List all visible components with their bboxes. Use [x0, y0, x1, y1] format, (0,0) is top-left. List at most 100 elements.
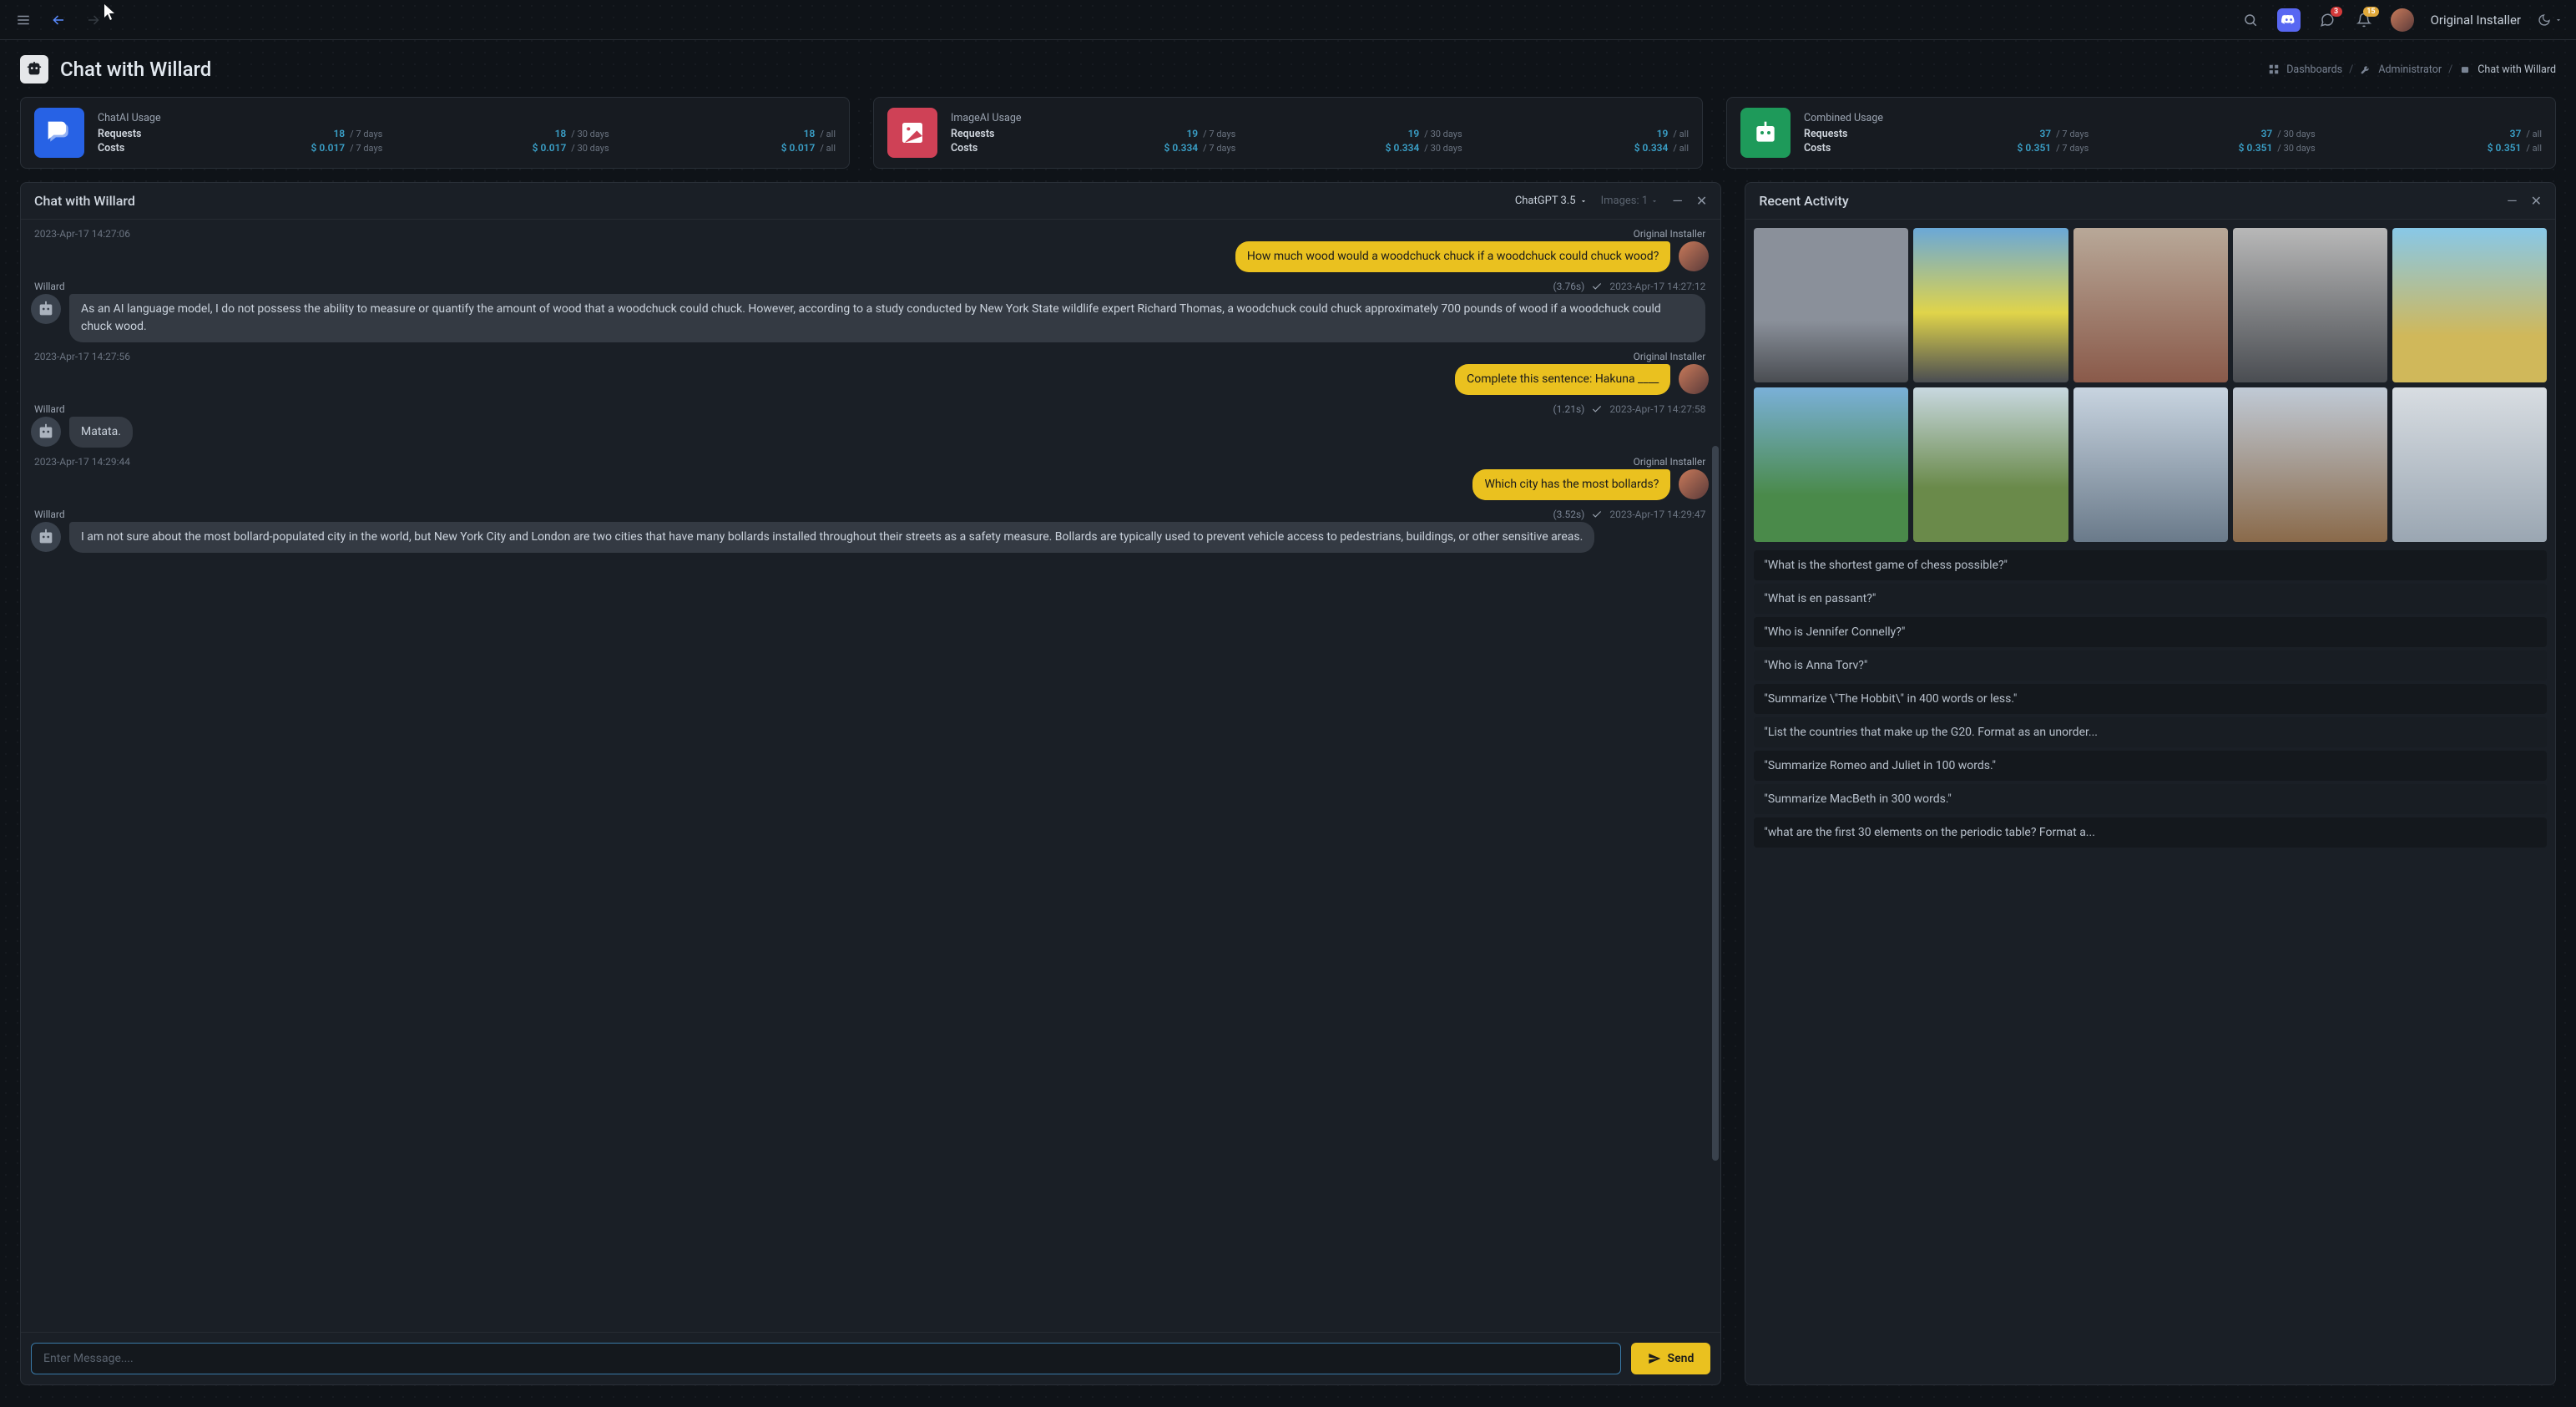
prompt-item[interactable]: "Summarize Romeo and Juliet in 100 words…	[1754, 751, 2547, 781]
send-button[interactable]: Send	[1631, 1343, 1711, 1374]
user-avatar-small	[1679, 241, 1709, 271]
thumbnail[interactable]	[1913, 228, 2068, 382]
thumbnail[interactable]	[1913, 387, 2068, 542]
chat-body: 2023-Apr-17 14:27:06Original InstallerHo…	[21, 220, 1720, 1332]
activity-panel-title: Recent Activity	[1759, 193, 1848, 209]
stat-icon	[887, 108, 937, 158]
close-button[interactable]: ✕	[2531, 193, 2542, 209]
nav-forward-button[interactable]	[83, 10, 104, 30]
page-header: Chat with Willard Dashboards / Administr…	[0, 40, 2576, 97]
msg-author: Original Installer	[1634, 351, 1706, 362]
bot-message: As an AI language model, I do not posses…	[31, 294, 1709, 342]
dashboard-icon	[2268, 63, 2280, 75]
theme-toggle[interactable]	[2538, 13, 2563, 27]
bot-avatar-small	[31, 522, 61, 552]
bell-icon[interactable]: 15	[2354, 10, 2374, 30]
msg-timestamp: 2023-Apr-17 14:27:58	[1609, 403, 1705, 415]
prompt-item[interactable]: "Summarize MacBeth in 300 words."	[1754, 784, 2547, 814]
check-icon	[1591, 403, 1603, 415]
prompt-list: "What is the shortest game of chess poss…	[1754, 550, 2547, 848]
breadcrumb: Dashboards / Administrator / Chat with W…	[2268, 63, 2556, 76]
minimize-button[interactable]: —	[1672, 193, 1683, 209]
stat-row-label: Costs	[951, 142, 1009, 154]
stat-row-label: Costs	[98, 142, 156, 154]
bot-message: Matata.	[31, 417, 1709, 448]
prompt-item[interactable]: "Who is Jennifer Connelly?"	[1754, 617, 2547, 647]
page-title: Chat with Willard	[60, 58, 211, 81]
topbar: 3 15 Original Installer	[0, 0, 2576, 40]
images-info[interactable]: Images: 1	[1601, 195, 1659, 207]
minimize-button[interactable]: —	[2507, 193, 2518, 209]
chat-panel: Chat with Willard ChatGPT 3.5 Images: 1 …	[20, 182, 1721, 1385]
msg-timestamp: 2023-Apr-17 14:27:06	[34, 228, 130, 240]
wrench-icon	[2360, 63, 2371, 75]
thumbnail[interactable]	[2392, 387, 2547, 542]
search-icon[interactable]	[2240, 10, 2260, 30]
prompt-item[interactable]: "Who is Anna Torv?"	[1754, 650, 2547, 681]
stat-icon	[34, 108, 84, 158]
hamburger-menu[interactable]	[13, 10, 33, 30]
thumbnail[interactable]	[2073, 387, 2228, 542]
moon-icon	[2538, 13, 2551, 27]
breadcrumb-current: Chat with Willard	[2478, 63, 2556, 76]
user-message: Which city has the most bollards?	[31, 469, 1709, 500]
prompt-item[interactable]: "What is en passant?"	[1754, 584, 2547, 614]
msg-timestamp: 2023-Apr-17 14:27:12	[1609, 281, 1705, 292]
stat-card: ImageAI Usage Requests 19/ 7 days 19/ 30…	[873, 97, 1703, 169]
user-avatar-small	[1679, 469, 1709, 499]
message-bubble: Matata.	[69, 417, 133, 448]
bell-badge: 15	[2363, 7, 2378, 17]
check-icon	[1591, 281, 1603, 292]
msg-timing: (3.76s)	[1553, 281, 1584, 292]
stat-row-label: Requests	[951, 128, 1009, 140]
chat-notifications-icon[interactable]: 3	[2317, 10, 2337, 30]
stat-row-label: Requests	[1804, 128, 1862, 140]
prompt-item[interactable]: "What is the shortest game of chess poss…	[1754, 550, 2547, 580]
msg-timing: (1.21s)	[1553, 403, 1584, 415]
prompt-item[interactable]: "Summarize \"The Hobbit\" in 400 words o…	[1754, 684, 2547, 714]
thumbnail[interactable]	[2233, 228, 2387, 382]
discord-icon[interactable]	[2277, 8, 2301, 32]
bot-message: I am not sure about the most bollard-pop…	[31, 522, 1709, 553]
thumbnail[interactable]	[1754, 387, 1908, 542]
bot-avatar-small	[31, 417, 61, 447]
msg-author: Willard	[34, 281, 65, 292]
prompt-item[interactable]: "what are the first 30 elements on the p…	[1754, 817, 2547, 848]
stat-title: ImageAI Usage	[951, 112, 1689, 124]
user-avatar[interactable]	[2391, 8, 2414, 32]
stat-card: Combined Usage Requests 37/ 7 days 37/ 3…	[1726, 97, 2556, 169]
close-button[interactable]: ✕	[1696, 193, 1707, 209]
thumbnail[interactable]	[2073, 228, 2228, 382]
model-select[interactable]: ChatGPT 3.5	[1515, 195, 1588, 207]
scrollbar-thumb[interactable]	[1712, 446, 1719, 1160]
msg-timing: (3.52s)	[1553, 509, 1584, 520]
chevron-down-icon	[1650, 197, 1659, 205]
chevron-down-icon	[1579, 197, 1588, 205]
nav-back-button[interactable]	[48, 10, 68, 30]
thumbnail[interactable]	[1754, 228, 1908, 382]
username: Original Installer	[2431, 13, 2521, 28]
stat-row-label: Requests	[98, 128, 156, 140]
msg-author: Original Installer	[1634, 456, 1706, 468]
stat-card: ChatAI Usage Requests 18/ 7 days 18/ 30 …	[20, 97, 850, 169]
stat-title: ChatAI Usage	[98, 112, 836, 124]
user-avatar-small	[1679, 364, 1709, 394]
check-icon	[1591, 509, 1603, 520]
message-bubble: How much wood would a woodchuck chuck if…	[1235, 241, 1670, 272]
stat-cards-row: ChatAI Usage Requests 18/ 7 days 18/ 30 …	[0, 97, 2576, 182]
breadcrumb-admin[interactable]: Administrator	[2378, 63, 2442, 76]
msg-author: Willard	[34, 403, 65, 415]
bot-avatar-small	[31, 294, 61, 324]
message-bubble: Which city has the most bollards?	[1472, 469, 1670, 500]
thumbnail[interactable]	[2392, 228, 2547, 382]
msg-author: Original Installer	[1634, 228, 1706, 240]
message-bubble: Complete this sentence: Hakuna ____	[1455, 364, 1670, 395]
prompt-item[interactable]: "List the countries that make up the G20…	[1754, 717, 2547, 747]
message-input[interactable]	[31, 1343, 1621, 1374]
message-bubble: As an AI language model, I do not posses…	[69, 294, 1705, 342]
stat-icon	[1740, 108, 1791, 158]
msg-timestamp: 2023-Apr-17 14:27:56	[34, 351, 130, 362]
message-bubble: I am not sure about the most bollard-pop…	[69, 522, 1594, 553]
breadcrumb-dashboards[interactable]: Dashboards	[2286, 63, 2342, 76]
thumbnail[interactable]	[2233, 387, 2387, 542]
